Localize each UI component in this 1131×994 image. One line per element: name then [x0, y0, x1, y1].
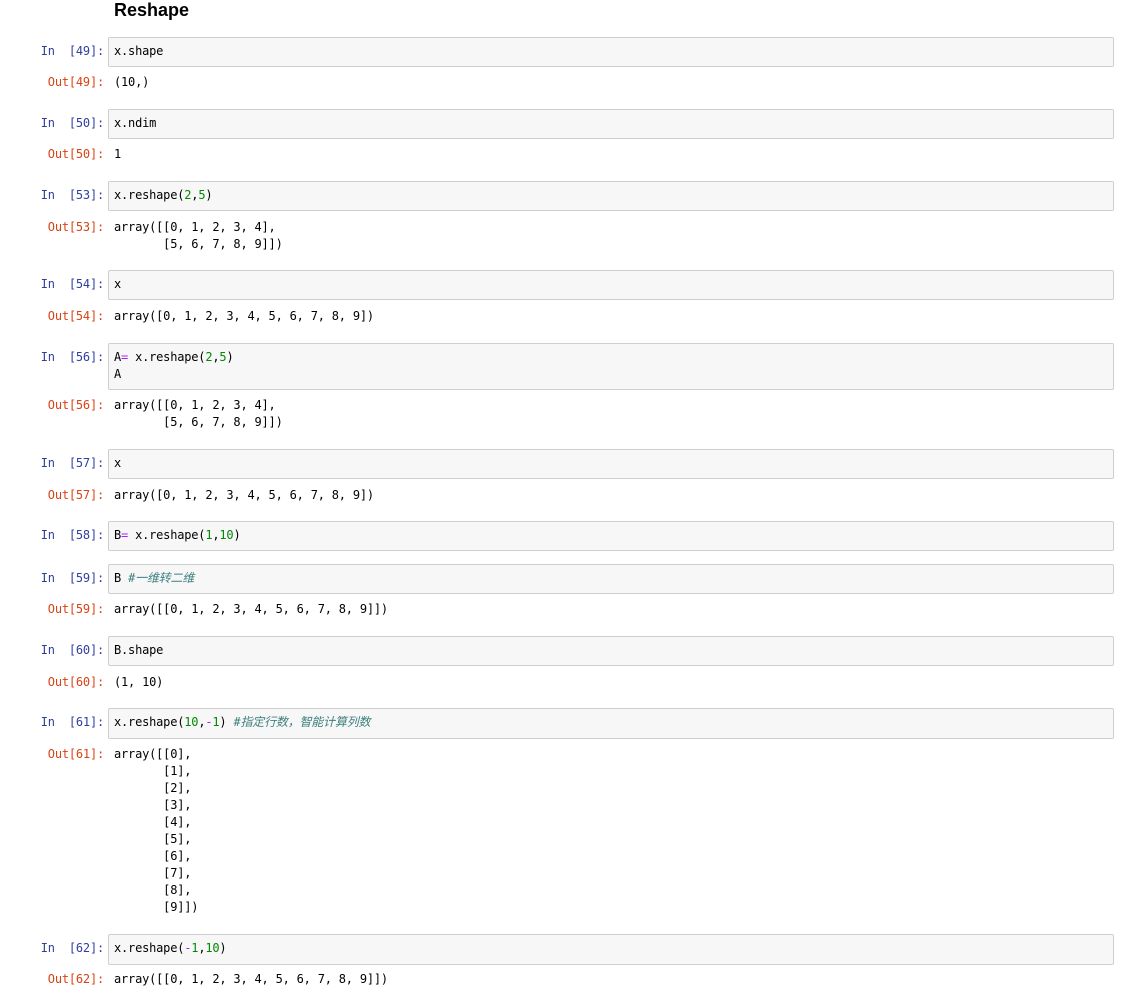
code-token: 10 — [184, 715, 199, 729]
output-text: array([[0, 1, 2, 3, 4, 5, 6, 7, 8, 9]]) — [114, 972, 388, 986]
output-text: 1 — [114, 147, 122, 161]
input-prompt: In [59]: — [40, 571, 104, 585]
code-input-area[interactable] — [108, 521, 1114, 551]
output-prompt: Out[57]: — [47, 488, 104, 502]
code-input-area[interactable] — [108, 109, 1114, 139]
code-token: x.reshape( — [128, 350, 206, 364]
output-text: array([[0, 1, 2, 3, 4], [5, 6, 7, 8, 9]]… — [114, 220, 283, 251]
code-token: #指定行数，智能计算列数 — [233, 715, 371, 729]
output-prompt: Out[54]: — [47, 309, 104, 323]
input-prompt: In [53]: — [40, 188, 104, 202]
output-text: array([0, 1, 2, 3, 4, 5, 6, 7, 8, 9]) — [114, 488, 374, 502]
output-prompt: Out[60]: — [47, 675, 104, 689]
code-text[interactable]: B #一维转二维 — [114, 570, 194, 587]
code-token: = — [121, 350, 129, 364]
code-token: = — [121, 528, 129, 542]
code-token: x.reshape( — [114, 715, 185, 729]
output-prompt: Out[61]: — [47, 747, 104, 761]
output-prompt: Out[53]: — [47, 220, 104, 234]
code-token: 10 — [219, 528, 234, 542]
code-text[interactable]: x.reshape(-1,10) — [114, 940, 227, 957]
output-text: array([[0, 1, 2, 3, 4], [5, 6, 7, 8, 9]]… — [114, 398, 283, 429]
code-token: x — [114, 277, 122, 291]
code-token: ) — [219, 941, 227, 955]
code-token: 10 — [205, 941, 220, 955]
code-text[interactable]: x — [114, 455, 121, 472]
code-text[interactable]: x.reshape(2,5) — [114, 187, 213, 204]
code-token: x.reshape( — [128, 528, 206, 542]
output-text: array([[0, 1, 2, 3, 4, 5, 6, 7, 8, 9]]) — [114, 602, 388, 616]
output-prompt: Out[62]: — [47, 972, 104, 986]
code-text[interactable]: x.shape — [114, 43, 163, 60]
code-text[interactable]: A= x.reshape(2,5) A — [114, 349, 234, 383]
code-text[interactable]: B.shape — [114, 642, 163, 659]
input-prompt: In [62]: — [40, 941, 104, 955]
code-input-area[interactable] — [108, 934, 1114, 965]
code-token: x.ndim — [114, 116, 157, 130]
code-token: x.reshape( — [114, 941, 185, 955]
code-token: A — [114, 350, 122, 364]
code-token: x.shape — [114, 44, 164, 58]
code-token: ) — [219, 715, 234, 729]
code-input-area[interactable] — [108, 343, 1114, 390]
code-token: x.reshape( — [114, 188, 185, 202]
code-input-area[interactable] — [108, 270, 1114, 300]
input-prompt: In [60]: — [40, 643, 104, 657]
code-token: x — [114, 456, 122, 470]
output-prompt: Out[49]: — [47, 75, 104, 89]
input-prompt: In [56]: — [40, 350, 104, 364]
code-text[interactable]: B= x.reshape(1,10) — [114, 527, 241, 544]
input-prompt: In [54]: — [40, 277, 104, 291]
output-text: (1, 10) — [114, 675, 164, 689]
code-input-area[interactable] — [108, 181, 1114, 211]
code-text[interactable]: x — [114, 276, 121, 293]
code-text[interactable]: x.reshape(10,-1) #指定行数，智能计算列数 — [114, 714, 370, 731]
output-text: (10,) — [114, 75, 150, 89]
code-token: ) — [233, 528, 241, 542]
input-prompt: In [50]: — [40, 116, 104, 130]
output-text: array([0, 1, 2, 3, 4, 5, 6, 7, 8, 9]) — [114, 309, 374, 323]
input-prompt: In [61]: — [40, 715, 104, 729]
input-prompt: In [49]: — [40, 44, 104, 58]
code-token: #一维转二维 — [128, 571, 195, 585]
code-input-area[interactable] — [108, 636, 1114, 666]
input-prompt: In [58]: — [40, 528, 104, 542]
code-token: B.shape — [114, 643, 164, 657]
code-input-area[interactable] — [108, 449, 1114, 479]
notebook: Reshape In [49]: x.shape Out[49]: (10,) In [… — [0, 0, 1131, 994]
input-prompt: In [57]: — [40, 456, 104, 470]
code-input-area[interactable] — [108, 564, 1114, 594]
output-prompt: Out[56]: — [47, 398, 104, 412]
output-prompt: Out[59]: — [47, 602, 104, 616]
output-text: array([[0], [1], [2], [3], [4], [5], [6]… — [114, 747, 199, 914]
code-text[interactable]: x.ndim — [114, 115, 156, 132]
code-token: ) — [205, 188, 213, 202]
output-prompt: Out[50]: — [47, 147, 104, 161]
code-token: B — [114, 571, 129, 585]
section-heading: Reshape — [114, 0, 190, 20]
code-input-area[interactable] — [108, 37, 1114, 67]
code-token: B — [114, 528, 122, 542]
